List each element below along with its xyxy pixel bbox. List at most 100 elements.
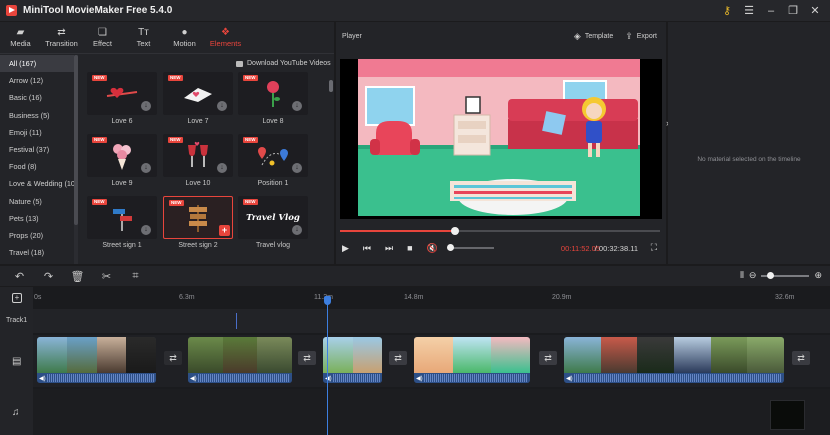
category-travel[interactable]: Travel (18) <box>0 244 76 261</box>
playhead-handle[interactable] <box>324 296 331 305</box>
delete-icon[interactable]: 🗑 <box>63 270 92 283</box>
category-arrow[interactable]: Arrow (12) <box>0 72 76 89</box>
tab-motion[interactable]: ● Motion <box>164 22 205 53</box>
video-clip[interactable]: ◀) <box>188 337 292 383</box>
speaker-icon[interactable]: ◀) <box>325 375 332 382</box>
zoom-handle[interactable] <box>767 271 775 279</box>
volume-slider[interactable] <box>446 244 494 251</box>
key-icon[interactable]: ⚷ <box>718 3 736 19</box>
video-clip[interactable]: ◀) <box>323 337 382 383</box>
transition-slot[interactable]: ⇄ <box>792 351 810 365</box>
download-icon[interactable]: ↓ <box>141 225 151 235</box>
download-icon[interactable]: ↓ <box>292 163 302 173</box>
speaker-icon[interactable]: ◀) <box>190 375 197 382</box>
download-icon[interactable]: ↓ <box>141 163 151 173</box>
seek-bar[interactable] <box>340 227 660 235</box>
transition-slot[interactable]: ⇄ <box>298 351 316 365</box>
speaker-icon[interactable]: ◀) <box>416 375 423 382</box>
zoom-in-icon[interactable]: ⊕ <box>814 270 822 281</box>
download-icon[interactable]: ↓ <box>217 163 227 173</box>
download-youtube-link[interactable]: Download YouTube Videos <box>236 60 331 67</box>
category-emoji[interactable]: Emoji (11) <box>0 124 76 141</box>
download-icon[interactable]: ↓ <box>292 225 302 235</box>
video-clip[interactable]: ◀) <box>37 337 156 383</box>
category-all[interactable]: All (167) <box>0 55 76 73</box>
speaker-icon[interactable]: ◀) <box>39 375 46 382</box>
zoom-out-icon[interactable]: ⊖ <box>749 270 757 281</box>
add-to-timeline-button[interactable]: + <box>219 225 230 236</box>
undo-icon[interactable]: ↶ <box>5 270 34 283</box>
volume-handle[interactable] <box>446 244 454 251</box>
transition-slot[interactable]: ⇄ <box>539 351 557 365</box>
elements-scrollbar-thumb[interactable] <box>329 80 333 92</box>
menu-icon[interactable]: ☰ <box>740 3 758 19</box>
playhead[interactable] <box>327 297 328 435</box>
element-thumbnail[interactable]: NEW ↓ <box>238 134 308 177</box>
ruler-label: 6.3m <box>179 294 195 301</box>
element-tile[interactable]: NEW Travel Vlog ↓ Travel vlog <box>238 196 308 249</box>
category-props[interactable]: Props (20) <box>0 227 76 244</box>
zoom-slider[interactable] <box>761 271 810 279</box>
tab-transition[interactable]: ⇄ Transition <box>41 22 82 53</box>
element-tile[interactable]: NEW + Street sign 2 <box>163 196 233 249</box>
fullscreen-icon[interactable]: ⛶ <box>651 242 657 253</box>
video-preview[interactable] <box>340 59 662 219</box>
element-thumbnail[interactable]: NEW ↓ <box>238 72 308 115</box>
category-business[interactable]: Business (5) <box>0 107 76 124</box>
category-love-wedding[interactable]: Love & Wedding (10) <box>0 175 77 192</box>
tab-elements[interactable]: ❖ Elements <box>205 22 246 53</box>
maximize-button[interactable]: ❐ <box>784 3 802 19</box>
play-icon[interactable]: ▶ <box>342 243 349 254</box>
element-thumbnail[interactable]: NEW ↓ <box>87 196 157 239</box>
add-track-icon[interactable]: + <box>12 293 22 303</box>
category-food[interactable]: Food (8) <box>0 158 76 175</box>
transition-slot[interactable]: ⇄ <box>164 351 182 365</box>
speaker-icon[interactable]: ◀) <box>566 375 573 382</box>
element-tile[interactable]: NEW ↓ Love 8 <box>238 72 308 125</box>
element-thumbnail[interactable]: NEW ↓ <box>87 72 157 115</box>
category-basic[interactable]: Basic (16) <box>0 89 76 106</box>
audio-wave-icon[interactable]: ⫴ <box>740 270 744 281</box>
timeline-ruler[interactable]: 0s 6.3m 11.2m 14.8m 20.9m 32.6m <box>33 291 830 307</box>
previous-frame-icon[interactable]: ⏮ <box>363 243 371 254</box>
minimize-button[interactable]: – <box>762 3 780 19</box>
export-button[interactable]: ⇪ Export <box>625 31 657 42</box>
split-icon[interactable]: ✂ <box>92 270 121 283</box>
cartoon-room-scene <box>358 59 640 216</box>
download-icon[interactable]: ↓ <box>217 101 227 111</box>
download-icon[interactable]: ↓ <box>292 101 302 111</box>
element-thumbnail[interactable]: NEW ↓ <box>87 134 157 177</box>
element-thumbnail[interactable]: NEW ↓ <box>163 134 233 177</box>
seek-handle[interactable] <box>451 227 460 235</box>
next-frame-icon[interactable]: ⏭ <box>385 243 393 254</box>
category-nature[interactable]: Nature (5) <box>0 193 76 210</box>
tab-text[interactable]: Tт Text <box>123 22 164 53</box>
video-clip[interactable]: ◀) <box>414 337 530 383</box>
tab-media[interactable]: ▰ Media <box>0 22 41 53</box>
music-track-row[interactable] <box>33 389 830 435</box>
stop-icon[interactable]: ■ <box>407 243 412 253</box>
element-thumbnail-selected[interactable]: NEW + <box>163 196 233 239</box>
element-tile[interactable]: NEW ↓ Love 10 <box>163 134 233 187</box>
tab-effect[interactable]: ❏ Effect <box>82 22 123 53</box>
redo-icon[interactable]: ↷ <box>34 270 63 283</box>
crop-icon[interactable]: ⌗ <box>121 270 150 283</box>
element-tile[interactable]: NEW ↓ Love 7 <box>163 72 233 125</box>
transition-slot[interactable]: ⇄ <box>389 351 407 365</box>
element-thumbnail[interactable]: NEW ↓ <box>163 72 233 115</box>
element-tile[interactable]: NEW ↓ Position 1 <box>238 134 308 187</box>
element-thumbnail[interactable]: NEW Travel Vlog ↓ <box>238 196 308 239</box>
category-pets[interactable]: Pets (13) <box>0 210 76 227</box>
close-button[interactable]: ✕ <box>806 3 824 19</box>
download-icon[interactable]: ↓ <box>141 101 151 111</box>
video-clip[interactable]: ◀) <box>564 337 784 383</box>
track1-element-marker[interactable] <box>236 313 237 329</box>
track1-row[interactable] <box>33 309 830 333</box>
element-tile[interactable]: NEW ↓ Love 9 <box>87 134 157 187</box>
mute-icon[interactable]: 🔇 <box>427 243 438 254</box>
template-button[interactable]: ◈ Template <box>574 31 613 42</box>
category-festival[interactable]: Festival (37) <box>0 141 76 158</box>
element-tile[interactable]: NEW ↓ Street sign 1 <box>87 196 157 249</box>
category-scrollbar-thumb[interactable] <box>74 55 78 225</box>
element-tile[interactable]: NEW ↓ Love 6 <box>87 72 157 125</box>
